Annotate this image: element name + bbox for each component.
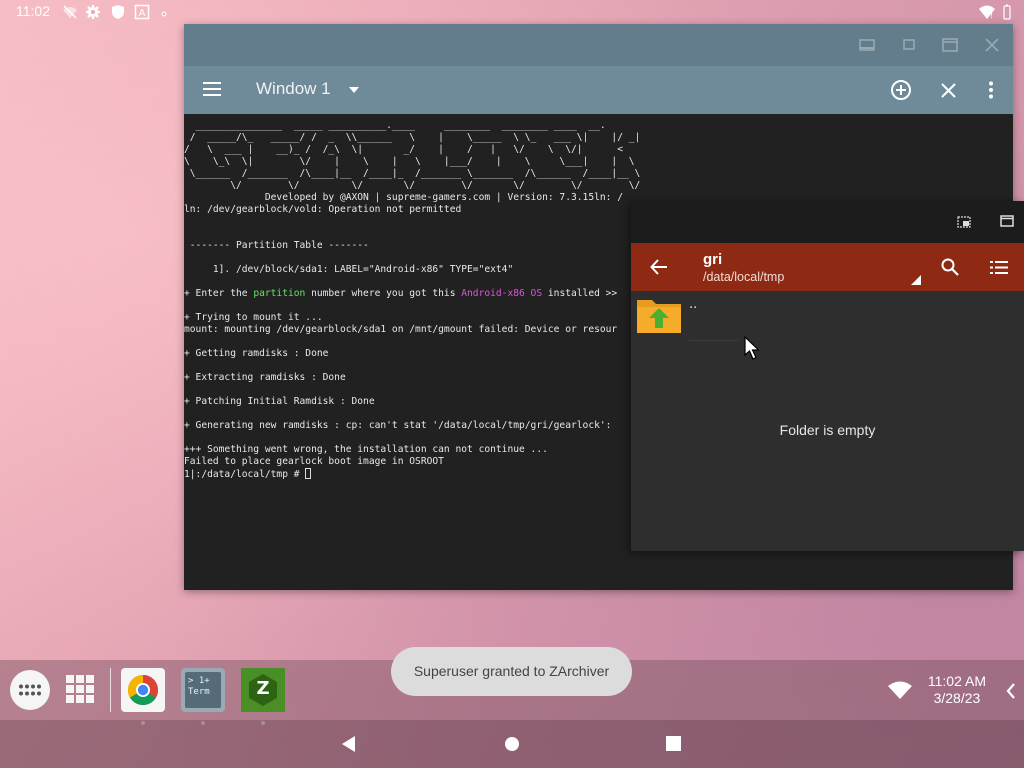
- fm-path[interactable]: /data/local/tmp: [703, 270, 784, 284]
- taskbar-divider: [110, 668, 111, 712]
- highlighted-text: Android-x86 OS: [461, 288, 543, 299]
- nav-back-icon[interactable]: [341, 736, 357, 752]
- back-arrow-icon[interactable]: [650, 259, 668, 275]
- nav-recents-icon[interactable]: [666, 736, 681, 751]
- app-drawer-dots-icon: [19, 684, 41, 696]
- wifi-icon: !: [979, 5, 995, 20]
- status-time: 11:02: [16, 3, 50, 19]
- terminal-line: 1|:/data/local/tmp #: [184, 468, 312, 480]
- svg-text:!: !: [990, 12, 993, 20]
- status-bar: 11:02 A !: [0, 0, 1024, 24]
- taskbar-app-terminal[interactable]: > 1+ Term: [181, 668, 225, 725]
- parent-folder-row[interactable]: ..: [631, 291, 1024, 343]
- nav-home-icon[interactable]: [504, 736, 520, 752]
- terminal-cursor: [305, 468, 312, 479]
- recents-grid-icon[interactable]: [66, 675, 94, 703]
- fm-folder-name: gri: [703, 251, 723, 268]
- fm-snap-window-icon[interactable]: [957, 216, 971, 228]
- taskbar-app-chrome[interactable]: [121, 668, 165, 725]
- restore-window-icon[interactable]: [900, 37, 918, 53]
- terminal-line: + Patching Initial Ramdisk : Done: [184, 396, 375, 407]
- terminal-line: +++ Something went wrong, the installati…: [184, 444, 548, 455]
- navigation-bar: [0, 720, 1024, 768]
- clock-date: 3/28/23: [933, 690, 981, 706]
- terminal-icon-text: > 1+ Term: [188, 676, 210, 697]
- hamburger-menu-icon[interactable]: [203, 82, 221, 96]
- search-icon[interactable]: [941, 258, 959, 276]
- fm-titlebar[interactable]: [631, 201, 1024, 243]
- file-manager-window: gri /data/local/tmp .. Folder is empty: [631, 201, 1024, 551]
- taskbar-clock[interactable]: 11:02 AM 3/28/23: [928, 673, 986, 707]
- fm-appbar: gri /data/local/tmp: [631, 243, 1024, 291]
- dropdown-arrow-icon: [349, 86, 360, 93]
- mouse-cursor-icon: [744, 336, 760, 360]
- wifi-status-icon[interactable]: [888, 681, 912, 699]
- terminal-line: \/ \/ \/ \/ \/ \/ \/ \/: [184, 180, 641, 191]
- new-window-icon[interactable]: [890, 79, 912, 101]
- list-view-icon[interactable]: [990, 261, 1008, 274]
- empty-folder-message: Folder is empty: [779, 422, 876, 438]
- row-divider: [689, 340, 739, 341]
- close-window-icon[interactable]: [983, 37, 1001, 53]
- dot-icon: [161, 11, 167, 17]
- parent-folder-label: ..: [689, 297, 698, 312]
- window-title: Window 1: [256, 79, 331, 98]
- terminal-line: ln: /dev/gearblock/vold: Operation not p…: [184, 204, 462, 215]
- fm-file-list[interactable]: .. Folder is empty: [631, 291, 1024, 551]
- terminal-line: + Trying to mount it ...: [184, 312, 323, 323]
- window-titlebar[interactable]: [184, 24, 1013, 66]
- terminal-line: \ \_\ \| \/ | \ | \ |___/ | \ \___| | \: [184, 156, 635, 167]
- wifi-off-icon: [63, 5, 77, 19]
- highlighted-text: partition: [253, 288, 306, 299]
- clock-time: 11:02 AM: [927, 673, 986, 689]
- folder-up-icon: [637, 300, 681, 333]
- terminal-line: _______________ _____ __________.____ __…: [184, 120, 606, 131]
- minimize-window-icon[interactable]: [858, 37, 876, 53]
- zarchiver-icon-letter: Z: [256, 678, 270, 699]
- chrome-icon: [127, 675, 159, 706]
- terminal-line: Failed to place gearlock boot image in O…: [184, 456, 444, 467]
- terminal-line: + Generating new ramdisks : cp: can't st…: [184, 420, 612, 431]
- terminal-line: mount: mounting /dev/gearblock/sda1 on /…: [184, 324, 618, 335]
- terminal-line: Developed by @AXON | supreme-gamers.com …: [184, 192, 623, 203]
- window-selector[interactable]: Window 1: [256, 79, 360, 99]
- settings-icon: [86, 5, 100, 19]
- a-box-icon: A: [134, 4, 150, 20]
- app-drawer-button[interactable]: [10, 670, 50, 710]
- maximize-window-icon[interactable]: [941, 37, 959, 53]
- terminal-line: \______ /_______ /\____|__ /____|_ /____…: [184, 168, 641, 179]
- terminal-text: _______________ _____ __________.____ __…: [184, 120, 640, 481]
- terminal-line: ------- Partition Table -------: [184, 240, 369, 251]
- taskbar-app-zarchiver[interactable]: Z: [241, 668, 285, 725]
- terminal-appbar: Window 1: [184, 66, 1013, 114]
- chevron-left-icon[interactable]: [1006, 683, 1016, 699]
- overflow-menu-icon[interactable]: [988, 81, 994, 99]
- fm-maximize-icon[interactable]: [1000, 215, 1014, 227]
- terminal-line: + Extracting ramdisks : Done: [184, 372, 346, 383]
- shield-icon: [112, 5, 124, 19]
- svg-text:A: A: [139, 8, 146, 19]
- battery-icon: [1003, 4, 1011, 20]
- toast-message: Superuser granted to ZArchiver: [391, 647, 632, 696]
- terminal-line: / \ ___ | __)_ / /_\ \| _/ | / | \/ \ \/…: [184, 144, 623, 155]
- terminal-line: + Enter the partition number where you g…: [184, 288, 618, 299]
- terminal-line: + Getting ramdisks : Done: [184, 348, 329, 359]
- path-dropdown-corner-icon[interactable]: [911, 275, 921, 285]
- terminal-line: / _____/\_ _____/ / _ \\______ \ | \____…: [184, 132, 641, 143]
- terminal-line: 1]. /dev/block/sda1: LABEL="Android-x86"…: [184, 264, 514, 275]
- close-tab-icon[interactable]: [941, 83, 956, 98]
